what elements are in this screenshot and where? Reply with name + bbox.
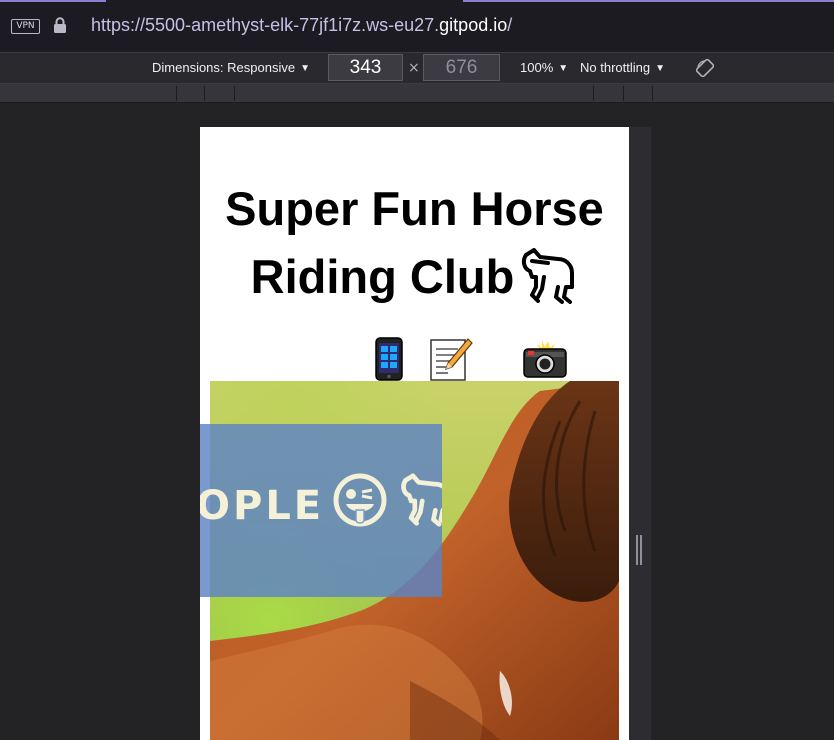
responsive-design-toolbar: Dimensions: Responsive ▼ 343 × 676 100% ▼ … bbox=[0, 52, 834, 84]
tongue-face-icon bbox=[333, 473, 387, 527]
rotate-viewport-icon[interactable] bbox=[696, 59, 714, 77]
lock-icon[interactable] bbox=[53, 17, 67, 34]
tab-strip-indicator bbox=[0, 0, 834, 3]
caret-down-icon: ▼ bbox=[558, 63, 569, 74]
viewport-width-input[interactable]: 343 bbox=[328, 54, 403, 81]
memo-icon[interactable] bbox=[428, 337, 474, 381]
responsive-viewport: Super Fun Horse Riding Club OPLE bbox=[200, 127, 629, 740]
welcome-banner: OPLE bbox=[200, 424, 442, 597]
vpn-badge[interactable]: VPN bbox=[11, 19, 40, 34]
throttling-label: No throttling bbox=[580, 60, 651, 75]
horse-icon bbox=[401, 473, 442, 527]
welcome-banner-text: OPLE bbox=[200, 472, 442, 538]
url-suffix: / bbox=[507, 15, 513, 35]
mobile-phone-icon[interactable] bbox=[374, 337, 404, 381]
page-title: Super Fun Horse Riding Club bbox=[200, 175, 629, 311]
horse-icon bbox=[522, 248, 575, 304]
address-bar-url[interactable]: https://5500-amethyst-elk-77jf1i7z.ws-eu… bbox=[91, 15, 512, 36]
device-ruler bbox=[0, 84, 834, 103]
camera-flash-icon[interactable] bbox=[522, 339, 568, 379]
browser-url-bar: VPN https://5500-amethyst-elk-77jf1i7z.w… bbox=[0, 0, 834, 52]
dimensions-label: Dimensions: Responsive bbox=[152, 60, 296, 75]
caret-down-icon: ▼ bbox=[300, 63, 310, 74]
zoom-label: 100% bbox=[520, 60, 554, 75]
resize-handle-icon[interactable] bbox=[635, 535, 643, 565]
welcome-banner-word: OPLE bbox=[200, 483, 325, 529]
dimension-separator: × bbox=[408, 60, 420, 76]
viewport-side-rail bbox=[629, 127, 651, 740]
zoom-dropdown[interactable]: 100% ▼ bbox=[520, 60, 568, 75]
emoji-group bbox=[332, 472, 442, 538]
url-host: gitpod.io bbox=[439, 15, 508, 35]
throttling-dropdown[interactable]: No throttling ▼ bbox=[580, 60, 665, 75]
viewport-height-input[interactable]: 676 bbox=[423, 54, 500, 81]
url-path: https://5500-amethyst-elk-77jf1i7z.ws-eu… bbox=[91, 15, 440, 35]
nav-icon-row bbox=[200, 337, 629, 383]
dimensions-dropdown[interactable]: Dimensions: Responsive ▼ bbox=[152, 60, 310, 75]
caret-down-icon: ▼ bbox=[655, 63, 665, 74]
